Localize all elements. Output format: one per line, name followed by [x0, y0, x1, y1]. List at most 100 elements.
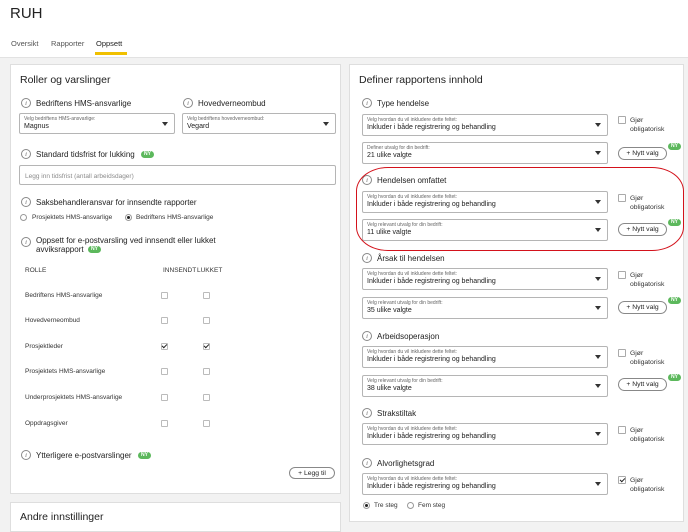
other-settings-title: Andre innstillinger [20, 511, 104, 523]
lukket-checkbox[interactable] [203, 343, 210, 350]
options-value: 38 ulike valgte [367, 385, 412, 392]
lukket-checkbox[interactable] [203, 368, 210, 375]
tab-rapporter[interactable]: Rapporter [51, 39, 84, 48]
hms-select-caption: Velg bedriftens HMS-ansvarlige: [24, 116, 96, 122]
table-row-role: Underprosjektets HMS-ansvarlige [25, 394, 123, 401]
innsendt-checkbox[interactable] [161, 420, 168, 427]
tab-oversikt[interactable]: Oversikt [11, 39, 39, 48]
extra-emails-label: Ytterligere e-postvarslinger [36, 451, 132, 460]
section-label: Arbeidsoperasjon [377, 332, 440, 341]
required-label-line2: obligatorisk [630, 281, 665, 288]
report-content-card: Definer rapportens innhold i Type hendel… [349, 64, 684, 522]
hms-select[interactable]: Velg bedriftens HMS-ansvarlige: Magnus [19, 113, 175, 134]
hvo-select[interactable]: Velg bedriftens hovedverneombud: Vegard [182, 113, 336, 134]
info-icon[interactable]: i [21, 98, 31, 108]
deadline-placeholder: Legg inn tidsfrist (antall arbeidsdager) [25, 173, 134, 180]
info-icon[interactable]: i [21, 149, 31, 159]
section-label: Alvorlighetsgrad [377, 459, 435, 468]
innsendt-checkbox[interactable] [161, 343, 168, 350]
deadline-input[interactable]: Legg inn tidsfrist (antall arbeidsdager) [19, 165, 336, 185]
include-select[interactable]: Velg hvordan du vil inkludere dette felt… [362, 114, 608, 136]
info-icon[interactable]: i [21, 450, 31, 460]
options-select[interactable]: Velg relevant utvalg for din bedrift: 38… [362, 375, 608, 397]
handler-label: Saksbehandleransvar for innsendte rappor… [36, 198, 197, 207]
options-caption: Definer utvalg for din bedrift: [367, 145, 430, 151]
required-label-line1: Gjør [630, 272, 644, 279]
innsendt-checkbox[interactable] [161, 292, 168, 299]
radio-fem-steg[interactable] [407, 502, 414, 509]
required-label: Gjør obligatorisk [630, 426, 664, 444]
info-icon[interactable]: i [362, 408, 372, 418]
include-value: Inkluder i både registrering og behandli… [367, 124, 496, 131]
new-choice-button[interactable]: + Nytt valg [618, 147, 667, 160]
include-caption: Velg hvordan du vil inkludere dette felt… [367, 349, 458, 355]
chevron-down-icon [323, 122, 329, 126]
include-caption: Velg hvordan du vil inkludere dette felt… [367, 426, 458, 432]
lukket-checkbox[interactable] [203, 394, 210, 401]
info-icon[interactable]: i [21, 197, 31, 207]
table-row-role: Prosjektleder [25, 343, 63, 350]
tab-oppsett[interactable]: Oppsett [95, 39, 127, 55]
chevron-down-icon [595, 482, 601, 486]
table-row-role: Prosjektets HMS-ansvarlige [25, 368, 106, 375]
app-title: RUH [10, 5, 43, 22]
options-select[interactable]: Definer utvalg for din bedrift: 21 ulike… [362, 142, 608, 164]
chevron-down-icon [595, 151, 601, 155]
innsendt-checkbox[interactable] [161, 394, 168, 401]
include-select[interactable]: Velg hvordan du vil inkludere dette felt… [362, 473, 608, 495]
add-button[interactable]: + Legg til [289, 467, 335, 479]
new-choice-button[interactable]: + Nytt valg [618, 378, 667, 391]
required-checkbox[interactable] [618, 271, 626, 279]
report-content-title: Definer rapportens innhold [359, 74, 483, 86]
new-badge: NY [138, 452, 151, 459]
required-checkbox[interactable] [618, 476, 626, 484]
info-icon[interactable]: i [362, 331, 372, 341]
required-label: Gjør obligatorisk [630, 116, 664, 134]
new-badge: NY [141, 151, 154, 158]
email-label: Oppsett for e-postvarsling ved innsendt … [36, 236, 216, 245]
include-select[interactable]: Velg hvordan du vil inkludere dette felt… [362, 346, 608, 368]
hvo-select-value: Vegard [187, 123, 210, 130]
radio-label: Bedriftens HMS-ansvarlige [136, 214, 214, 221]
innsendt-checkbox[interactable] [161, 317, 168, 324]
tab-oppsett-label: Oppsett [96, 39, 123, 48]
radio-prosjektets-hms[interactable] [20, 214, 27, 221]
table-header-lukket: LUKKET [197, 267, 223, 274]
highlight-annotation [356, 167, 684, 251]
required-checkbox[interactable] [618, 426, 626, 434]
innsendt-checkbox[interactable] [161, 368, 168, 375]
lukket-checkbox[interactable] [203, 292, 210, 299]
chevron-down-icon [162, 122, 168, 126]
options-select[interactable]: Velg relevant utvalg for din bedrift: 35… [362, 297, 608, 319]
include-value: Inkluder i både registrering og behandli… [367, 356, 496, 363]
info-icon[interactable]: i [362, 98, 372, 108]
options-value: 35 ulike valgte [367, 307, 412, 314]
required-label-line2: obligatorisk [630, 359, 665, 366]
include-select[interactable]: Velg hvordan du vil inkludere dette felt… [362, 268, 608, 290]
options-caption: Velg relevant utvalg for din bedrift: [367, 378, 443, 384]
lukket-checkbox[interactable] [203, 317, 210, 324]
required-label-line1: Gjør [630, 350, 644, 357]
include-select[interactable]: Velg hvordan du vil inkludere dette felt… [362, 423, 608, 445]
roles-card-title: Roller og varslinger [20, 74, 111, 86]
options-caption: Velg relevant utvalg for din bedrift: [367, 300, 443, 306]
info-icon[interactable]: i [362, 458, 372, 468]
section-label: Type hendelse [377, 99, 430, 108]
required-checkbox[interactable] [618, 349, 626, 357]
required-label-line1: Gjør [630, 117, 644, 124]
info-icon[interactable]: i [21, 237, 31, 247]
radio-tre-steg[interactable] [363, 502, 370, 509]
info-icon[interactable]: i [362, 253, 372, 263]
radio-bedriftens-hms[interactable] [125, 214, 132, 221]
new-badge: NY [668, 374, 681, 381]
hvo-select-caption: Velg bedriftens hovedverneombud: [187, 116, 265, 122]
new-badge: NY [88, 246, 101, 253]
radio-label: Tre steg [374, 502, 398, 509]
info-icon[interactable]: i [183, 98, 193, 108]
new-choice-button[interactable]: + Nytt valg [618, 301, 667, 314]
lukket-checkbox[interactable] [203, 420, 210, 427]
other-settings-card: Andre innstillinger [10, 502, 341, 532]
include-value: Inkluder i både registrering og behandli… [367, 483, 496, 490]
required-checkbox[interactable] [618, 116, 626, 124]
chevron-down-icon [595, 123, 601, 127]
